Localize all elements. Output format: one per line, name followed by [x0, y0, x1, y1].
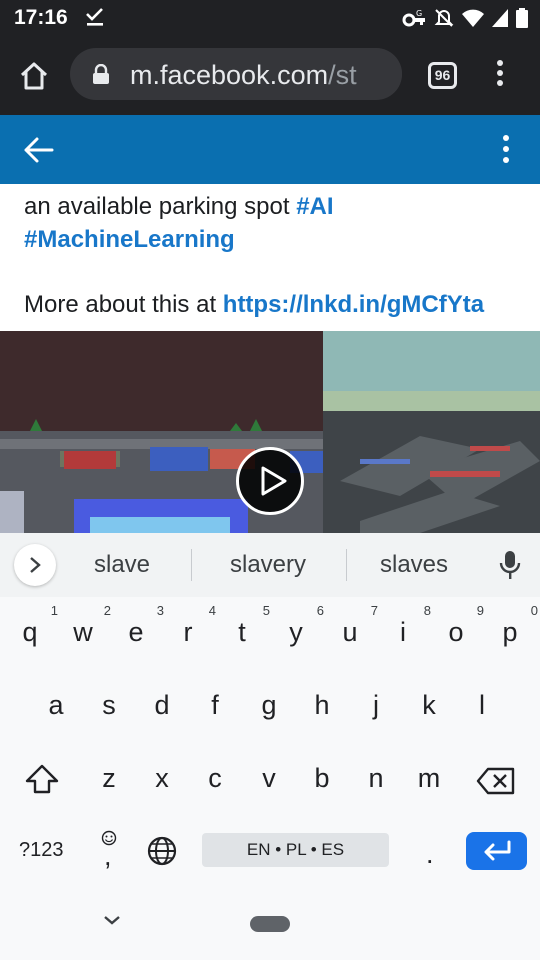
key-hint: 7 — [370, 603, 378, 618]
key-label: t — [238, 617, 246, 647]
key-hint: 1 — [50, 603, 58, 618]
comma-key[interactable]: , — [104, 841, 112, 872]
key-y[interactable]: y6 — [276, 603, 324, 648]
wifi-icon — [462, 9, 484, 27]
download-done-icon — [86, 8, 103, 26]
video-player[interactable] — [0, 331, 540, 533]
hashtag-ai[interactable]: #AI — [296, 193, 333, 220]
key-e[interactable]: e3 — [116, 603, 164, 648]
key-hint: 2 — [103, 603, 111, 618]
address-bar[interactable]: m.facebook.com/st — [70, 48, 402, 100]
key-hint: 3 — [156, 603, 164, 618]
key-b[interactable]: b — [302, 763, 342, 794]
key-a[interactable]: a — [36, 690, 76, 721]
url-fade — [352, 48, 402, 100]
key-i[interactable]: i8 — [383, 603, 431, 648]
key-hint: 9 — [476, 603, 484, 618]
globe-icon[interactable] — [146, 835, 178, 867]
key-o[interactable]: o9 — [436, 603, 484, 648]
suggestion-expand-button[interactable] — [14, 544, 56, 586]
key-k[interactable]: k — [409, 690, 449, 721]
symbols-key[interactable]: ?123 — [19, 839, 64, 862]
status-bar: 17:16 G — [0, 0, 540, 36]
more-options-icon[interactable] — [500, 135, 512, 165]
hashtag-machine-learning[interactable]: #MachineLearning — [24, 223, 534, 256]
key-m[interactable]: m — [409, 763, 449, 794]
enter-icon — [484, 840, 511, 861]
key-n[interactable]: n — [356, 763, 396, 794]
vpn-key-icon: G — [402, 9, 425, 27]
back-arrow-icon[interactable] — [22, 135, 56, 165]
suggestion-1[interactable]: slave — [52, 551, 192, 579]
key-label: e — [128, 617, 144, 647]
hide-keyboard-icon[interactable] — [102, 913, 122, 927]
key-s[interactable]: s — [89, 690, 129, 721]
key-t[interactable]: t5 — [222, 603, 270, 648]
key-label: w — [73, 617, 93, 647]
key-d[interactable]: d — [142, 690, 182, 721]
more-about-text: More about this at — [24, 291, 223, 318]
key-f[interactable]: f — [195, 690, 235, 721]
post-line-1: an available parking spot #AI — [24, 190, 534, 223]
key-label: i — [400, 617, 406, 647]
post-text-fragment: an available parking spot — [24, 193, 297, 220]
tab-switcher-button[interactable]: 96 — [428, 62, 457, 89]
key-u[interactable]: u7 — [330, 603, 378, 648]
url-domain: m.facebook.com — [130, 60, 329, 90]
key-q[interactable]: q1 — [10, 603, 58, 648]
shift-icon[interactable] — [24, 763, 60, 795]
key-label: p — [502, 617, 518, 647]
key-l[interactable]: l — [462, 690, 502, 721]
key-label: u — [342, 617, 358, 647]
microphone-icon[interactable] — [498, 549, 522, 581]
key-hint: 6 — [316, 603, 324, 618]
key-v[interactable]: v — [249, 763, 289, 794]
key-p[interactable]: p0 — [490, 603, 538, 648]
url-text: m.facebook.com/st — [130, 60, 357, 91]
post-link[interactable]: https://lnkd.in/gMCfYta — [223, 291, 484, 318]
lock-icon — [93, 64, 109, 84]
key-label: o — [448, 617, 464, 647]
space-key[interactable]: EN • PL • ES — [202, 833, 389, 867]
key-w[interactable]: w2 — [63, 603, 111, 648]
app-bar — [0, 115, 540, 184]
suggestion-divider — [191, 549, 192, 581]
home-icon[interactable] — [18, 60, 50, 92]
key-g[interactable]: g — [249, 690, 289, 721]
backspace-icon[interactable] — [476, 767, 516, 795]
suggestion-3[interactable]: slaves — [344, 551, 484, 579]
chevron-right-icon — [30, 557, 41, 573]
enter-key[interactable] — [466, 832, 527, 870]
notifications-off-icon — [434, 9, 454, 27]
home-gesture-bar[interactable] — [250, 916, 290, 932]
browser-menu-icon[interactable] — [494, 60, 506, 90]
status-time: 17:16 — [14, 6, 68, 29]
key-hint: 0 — [530, 603, 538, 618]
key-label: r — [183, 617, 193, 647]
key-h[interactable]: h — [302, 690, 342, 721]
key-x[interactable]: x — [142, 763, 182, 794]
key-z[interactable]: z — [89, 763, 129, 794]
key-j[interactable]: j — [356, 690, 396, 721]
suggestion-strip: slave slavery slaves — [0, 533, 540, 597]
key-c[interactable]: c — [195, 763, 235, 794]
key-hint: 8 — [423, 603, 431, 618]
key-hint: 5 — [262, 603, 270, 618]
signal-icon — [492, 9, 508, 27]
svg-text:G: G — [416, 9, 422, 18]
keyboard: q1 w2 e3 r4 t5 y6 u7 i8 o9 p0 a s d f g … — [0, 597, 540, 960]
browser-toolbar: m.facebook.com/st 96 — [0, 36, 540, 115]
post-line-more: More about this at https://lnkd.in/gMCfY… — [24, 288, 534, 321]
key-label: q — [22, 617, 38, 647]
play-button[interactable] — [236, 447, 304, 515]
suggestion-2[interactable]: slavery — [198, 551, 338, 579]
battery-icon — [516, 8, 528, 28]
post-text: an available parking spot #AI #MachineLe… — [24, 190, 534, 321]
key-label: y — [289, 617, 303, 647]
key-hint: 4 — [208, 603, 216, 618]
play-icon — [261, 466, 287, 496]
key-r[interactable]: r4 — [168, 603, 217, 648]
period-key[interactable]: . — [426, 839, 434, 870]
